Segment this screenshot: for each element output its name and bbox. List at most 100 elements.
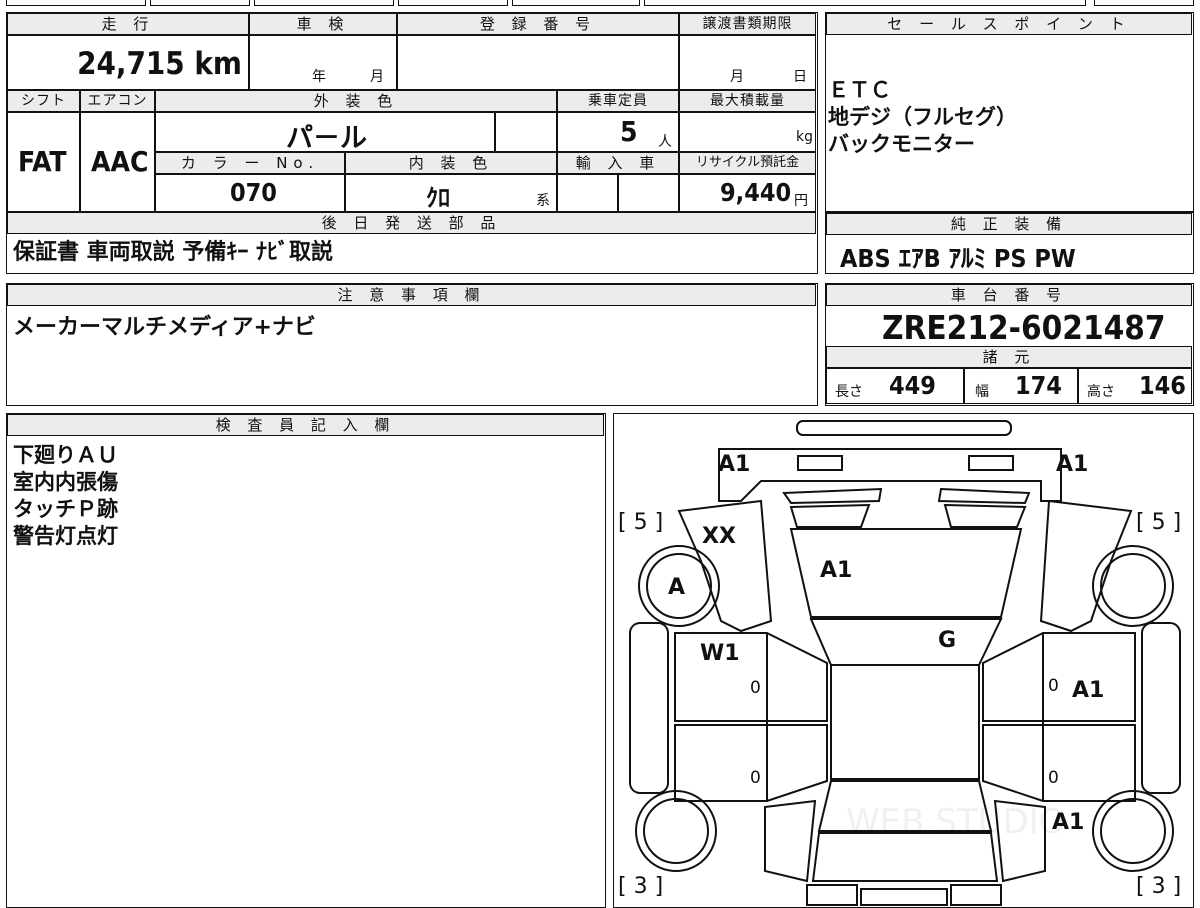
sale-point-item: ＥＴＣ <box>828 78 891 102</box>
door-front-left <box>674 632 828 722</box>
fog-right <box>943 503 1027 528</box>
length-label: 長さ <box>835 384 863 400</box>
door-rear-left <box>674 724 828 802</box>
inspection-cell: 年 月 <box>249 35 397 90</box>
capacity-unit: 人 <box>658 134 672 150</box>
color-no-cell: 070 <box>155 174 345 212</box>
interior-color-header: 内 装 色 <box>345 152 557 174</box>
color-no-value: 070 <box>230 178 277 207</box>
inspector-note: タッチＰ跡 <box>13 497 118 521</box>
aircon-header: エアコン <box>80 90 155 112</box>
transfer-deadline-header: 譲渡書類期限 <box>679 13 816 35</box>
standard-equipment-box: 純 正 装 備 ABS ｴｱB ｱﾙﾐ PS PW <box>825 212 1194 274</box>
mark-hood: A1 <box>820 558 853 583</box>
fender-right <box>1039 499 1133 633</box>
specs-header: 諸 元 <box>826 346 1192 368</box>
width-value: 174 <box>1015 371 1062 400</box>
aircon-value: AAC <box>91 145 149 178</box>
max-load-unit: kg <box>796 129 813 145</box>
width-cell: 幅 174 <box>964 368 1078 404</box>
mark-door-front-left: W1 <box>700 641 740 666</box>
capacity-value: 5 <box>620 115 638 148</box>
height-cell: 高さ 146 <box>1078 368 1192 404</box>
transfer-month-unit: 月 <box>730 69 744 85</box>
top-strip <box>150 0 250 6</box>
later-parts-header: 後 日 発 送 部 品 <box>7 212 816 234</box>
headlight-right <box>968 455 1014 471</box>
width-label: 幅 <box>975 384 989 400</box>
tire-tread-rear-right: [ 3 ] <box>1136 874 1182 899</box>
top-strip <box>644 0 1086 6</box>
exterior-color-extra-cell <box>495 112 557 152</box>
shift-cell: FAT <box>7 112 80 212</box>
capacity-header: 乗車定員 <box>557 90 679 112</box>
inspector-note: 下廻りＡＵ <box>13 443 118 467</box>
registration-cell <box>397 35 679 90</box>
shift-header: シフト <box>7 90 80 112</box>
chassis-box: 車 台 番 号 ZRE212-6021487 諸 元 長さ 449 幅 174 … <box>825 283 1194 406</box>
grille-right <box>937 487 1031 505</box>
top-strip <box>1094 0 1194 6</box>
exterior-color-header: 外 装 色 <box>155 90 557 112</box>
sale-point-item: バックモニター <box>828 132 975 156</box>
recycle-value: 9,440 <box>720 178 792 207</box>
zero-indicator: 0 <box>750 678 761 698</box>
wheel-rear-right-outer <box>1092 790 1174 872</box>
mark-wheel-front-left: A <box>668 575 686 600</box>
sale-points-list: ＥＴＣ 地デジ（フルセグ） バックモニター <box>828 77 1017 158</box>
headlight-left <box>797 455 843 471</box>
quarter-left <box>764 799 817 883</box>
wheel-rear-left-outer <box>635 790 717 872</box>
sale-point-item: 地デジ（フルセグ） <box>828 105 1017 129</box>
windshield <box>809 618 1003 666</box>
top-strip <box>6 0 146 6</box>
notes-value: メーカーマルチメディア+ナビ <box>13 315 316 340</box>
front-bumper <box>796 420 1012 436</box>
max-load-cell: kg <box>679 112 816 152</box>
grille-left <box>782 487 883 505</box>
inspection-year-unit: 年 <box>312 69 326 85</box>
notes-box: 注 意 事 項 欄 メーカーマルチメディア+ナビ <box>6 283 818 406</box>
exterior-color-value: パ－ル <box>286 123 367 154</box>
roof <box>830 664 980 780</box>
transfer-deadline-cell: 月 日 <box>679 35 816 90</box>
wheel-rear-left-inner <box>643 798 709 864</box>
mileage-header: 走 行 <box>7 13 249 35</box>
interior-color-cell: ｸﾛ 系 <box>345 174 557 212</box>
standard-equipment-value: ABS ｴｱB ｱﾙﾐ PS PW <box>840 244 1076 273</box>
recycle-unit: 円 <box>794 193 808 209</box>
recycle-header: リサイクル預託金 <box>679 152 816 174</box>
damage-diagram: A1 A1 XX A1 A W1 G A1 A1 [ 5 ] [ 5 ] [ 3… <box>613 413 1194 908</box>
notes-header: 注 意 事 項 欄 <box>7 284 816 306</box>
height-value: 146 <box>1139 371 1186 400</box>
rear-bumper-right <box>950 884 1002 906</box>
mileage-value: 24,715 <box>77 46 185 82</box>
inspector-box: 検 査 員 記 入 欄 下廻りＡＵ 室内内張傷 タッチＰ跡 警告灯点灯 <box>6 413 606 908</box>
top-strip <box>512 0 640 6</box>
standard-equipment-header: 純 正 装 備 <box>826 213 1192 235</box>
import-header: 輸 入 車 <box>557 152 679 174</box>
sale-points-box: セ ー ル ス ポ イ ン ト ＥＴＣ 地デジ（フルセグ） バックモニター <box>825 12 1194 212</box>
recycle-cell: 9,440 円 <box>679 174 816 212</box>
transfer-day-unit: 日 <box>793 69 807 85</box>
door-front-right <box>982 632 1136 722</box>
mark-front-left: A1 <box>718 452 751 477</box>
import-cell-b <box>618 174 679 212</box>
inspector-header: 検 査 員 記 入 欄 <box>7 414 604 436</box>
mark-door-rear-right: A1 <box>1072 678 1105 703</box>
aircon-cell: AAC <box>80 112 155 212</box>
chassis-header: 車 台 番 号 <box>826 284 1192 306</box>
color-no-header: カ ラ ー No. <box>155 152 345 174</box>
inspection-header: 車 検 <box>249 13 397 35</box>
length-value: 449 <box>889 371 936 400</box>
chassis-number: ZRE212-6021487 <box>882 308 1166 347</box>
fender-left <box>677 499 773 633</box>
zero-indicator: 0 <box>1048 768 1059 788</box>
rear-bumper-center <box>860 888 948 906</box>
vehicle-info-table: 走 行 車 検 登 録 番 号 譲渡書類期限 24,715 km 年 月 月 日… <box>6 12 818 274</box>
rear-bumper-left <box>806 884 858 906</box>
tire-tread-rear-left: [ 3 ] <box>618 874 664 899</box>
inspector-note: 室内内張傷 <box>13 470 118 494</box>
height-label: 高さ <box>1087 384 1115 400</box>
registration-header: 登 録 番 号 <box>397 13 679 35</box>
